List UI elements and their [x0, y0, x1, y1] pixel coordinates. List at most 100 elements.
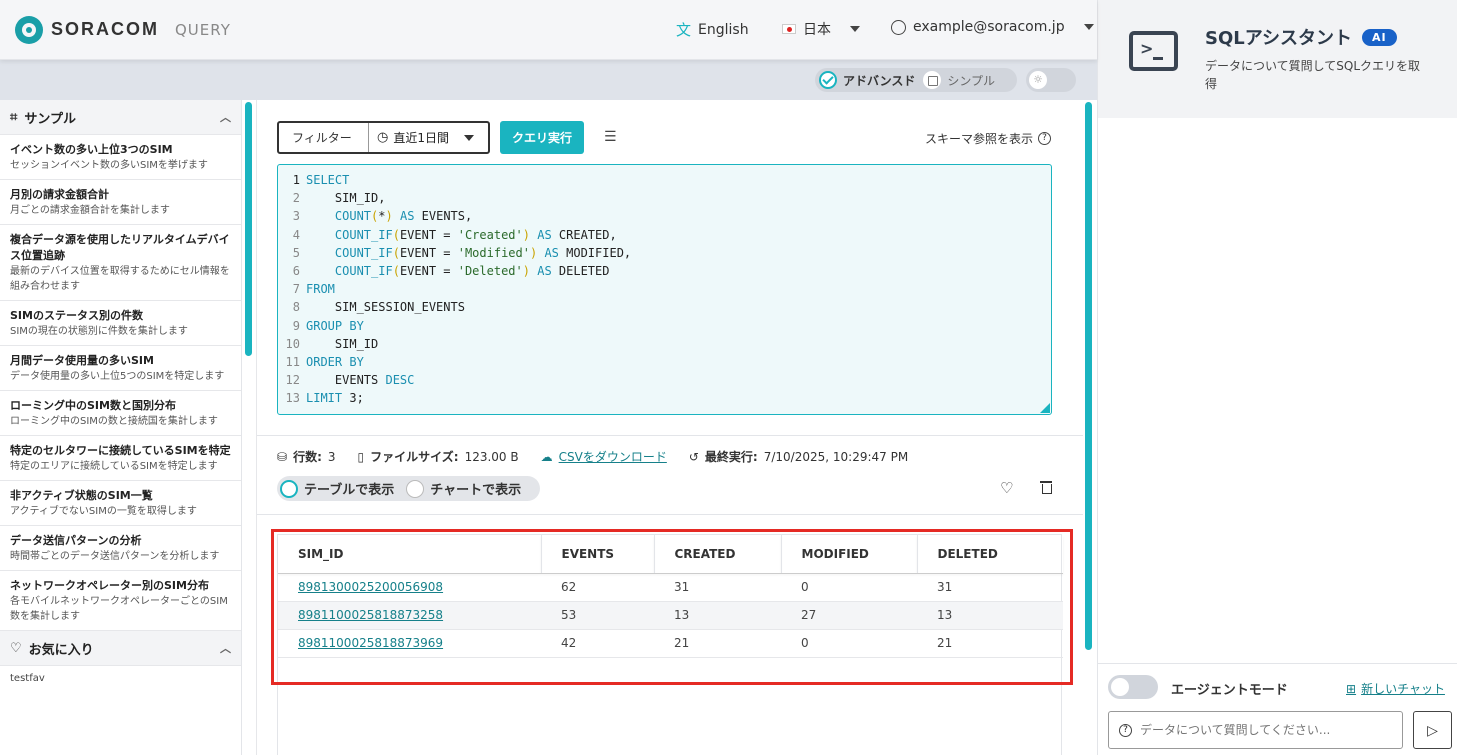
- favorite-heart-icon[interactable]: ♡: [1000, 479, 1013, 497]
- sample-query-item[interactable]: 特定のセルタワーに接続しているSIMを特定 特定のエリアに接続しているSIMを特定…: [0, 436, 241, 481]
- code-text: SIM_SESSION_EVENTS: [306, 300, 465, 315]
- sample-query-item[interactable]: 月間データ使用量の多いSIM データ使用量の多い上位5つのSIMを特定します: [0, 346, 241, 391]
- sim-id-link[interactable]: 8981100025818873969: [298, 636, 443, 650]
- table-view-option[interactable]: テーブルで表示: [304, 479, 394, 498]
- column-header[interactable]: CREATED: [654, 535, 782, 574]
- sample-query-item[interactable]: ローミング中のSIM数と国別分布 ローミング中のSIMの数と接続国を集計します: [0, 391, 241, 436]
- language-selector[interactable]: 文 English: [676, 19, 749, 40]
- sample-query-item[interactable]: イベント数の多い上位3つのSIM セッションイベント数の多いSIMを挙げます: [0, 135, 241, 180]
- ai-badge: AI: [1362, 28, 1397, 46]
- sim-id-cell[interactable]: 8981100025818873258: [278, 601, 541, 630]
- code-text: FROM: [306, 282, 335, 297]
- chat-input-box[interactable]: ?: [1108, 711, 1403, 749]
- column-header[interactable]: DELETED: [917, 535, 1063, 574]
- favorite-item[interactable]: testfav: [0, 666, 241, 691]
- code-text: COUNT_IF(EVENT = 'Modified') AS MODIFIED…: [334, 245, 632, 260]
- sidebar-scrollbar[interactable]: [245, 102, 252, 356]
- sample-query-item[interactable]: 月別の請求金額合計 月ごとの請求金額合計を集計します: [0, 180, 241, 225]
- favorites-section-header[interactable]: ♡ お気に入り ︿: [0, 631, 241, 666]
- time-filter[interactable]: フィルター ◷ 直近1日間: [277, 121, 490, 154]
- line-number: 5: [292, 245, 300, 260]
- new-chat-label: 新しいチャット: [1361, 682, 1445, 696]
- trash-icon[interactable]: [1040, 479, 1052, 494]
- table-cell: 27: [781, 601, 917, 630]
- main-scrollbar[interactable]: [1085, 102, 1092, 650]
- line-number: 6: [292, 263, 300, 278]
- code-text: LIMIT 3;: [306, 391, 364, 406]
- table-cell: 21: [917, 629, 1063, 658]
- sample-desc: 時間帯ごとのデータ送信パターンを分析します: [10, 551, 220, 562]
- resize-handle-icon[interactable]: [1040, 403, 1050, 413]
- sql-assistant-panel: > SQLアシスタント AI データについて質問してSQLクエリを取得 エージェ…: [1097, 0, 1457, 755]
- table-cell: 42: [541, 629, 654, 658]
- sample-title: データ送信パターンの分析: [10, 534, 142, 547]
- sim-id-cell[interactable]: 8981100025818873969: [278, 629, 541, 658]
- sample-query-item[interactable]: データ送信パターンの分析時間帯ごとのデータ送信パターンを分析します: [0, 526, 241, 571]
- table-cell: 62: [541, 573, 654, 602]
- code-text: COUNT_IF(EVENT = 'Created') AS CREATED,: [334, 227, 617, 242]
- agent-mode-label: エージェントモード: [1171, 683, 1288, 698]
- sample-title: 複合データ源を使用したリアルタイムデバイス位置追跡: [10, 233, 230, 262]
- column-header[interactable]: MODIFIED: [781, 535, 918, 574]
- soracom-logo[interactable]: SORACOM QUERY: [15, 15, 231, 44]
- advanced-mode-option[interactable]: アドバンスド: [815, 68, 915, 92]
- line-number: 8: [292, 300, 300, 315]
- code-text: COUNT(*) AS EVENTS,: [334, 209, 473, 224]
- code-text: SELECT: [306, 173, 350, 187]
- download-label: CSVをダウンロード: [558, 450, 667, 464]
- region-selector[interactable]: 日本: [782, 19, 860, 39]
- new-chat-link[interactable]: ⊞ 新しいチャット: [1346, 680, 1445, 697]
- sample-title: SIMのステータス別の件数: [10, 309, 143, 322]
- list-icon[interactable]: ☰: [604, 129, 617, 145]
- mode-toggle[interactable]: アドバンスド シンプル: [815, 68, 1017, 92]
- user-email: example@soracom.jp: [913, 19, 1065, 35]
- database-icon: ⛁: [277, 449, 288, 464]
- line-number: 4: [292, 227, 300, 242]
- table-cell: 13: [917, 601, 1063, 630]
- time-range-select[interactable]: ◷ 直近1日間: [369, 129, 488, 146]
- column-header[interactable]: SIM_ID: [278, 535, 542, 574]
- code-line: 8 SIM_SESSION_EVENTS: [278, 298, 1051, 316]
- sample-title: ローミング中のSIM数と国別分布: [10, 399, 176, 412]
- line-number: 9: [292, 318, 300, 333]
- line-number: 10: [285, 336, 300, 351]
- layout-icon: [923, 71, 942, 89]
- simple-mode-option[interactable]: シンプル: [915, 68, 995, 92]
- samples-sidebar: ⌗ サンプル ︿ イベント数の多い上位3つのSIM セッションイベント数の多いSI…: [0, 100, 242, 755]
- sim-id-link[interactable]: 8981100025818873258: [298, 608, 443, 622]
- sample-query-item[interactable]: 複合データ源を使用したリアルタイムデバイス位置追跡 最新のデバイス位置を取得するた…: [0, 225, 241, 301]
- user-icon: [891, 19, 906, 35]
- user-menu[interactable]: example@soracom.jp: [891, 19, 1094, 35]
- row-count: ⛁ 行数: 3: [277, 448, 336, 465]
- sample-query-item[interactable]: ネットワークオペレーター別のSIM分布 各モバイルネットワークオペレーターごとのS…: [0, 571, 241, 631]
- code-line: 1 SELECT: [278, 171, 1051, 189]
- run-query-button[interactable]: クエリ実行: [500, 121, 584, 154]
- view-toggle[interactable]: テーブルで表示 チャートで表示: [277, 476, 540, 501]
- theme-toggle[interactable]: ☼: [1026, 68, 1076, 92]
- chat-input[interactable]: [1140, 723, 1390, 737]
- line-number: 12: [285, 373, 300, 388]
- sim-id-link[interactable]: 8981300025200056908: [298, 580, 443, 594]
- download-csv-link[interactable]: ☁ CSVをダウンロード: [541, 448, 667, 465]
- code-text: ORDER BY: [306, 354, 364, 369]
- column-header[interactable]: EVENTS: [541, 535, 655, 574]
- sim-id-cell[interactable]: 8981300025200056908: [278, 573, 541, 602]
- chart-view-option[interactable]: チャートで表示: [430, 479, 521, 498]
- code-line: 10 SIM_ID: [278, 335, 1051, 353]
- table-cell: 0: [781, 629, 917, 658]
- results-table-container: SIM_ID EVENTS CREATED MODIFIED DELETED 89813…: [277, 534, 1063, 755]
- sql-editor[interactable]: 1 SELECT 2 SIM_ID, 3 COUNT(*) AS EVENTS, 4 C…: [277, 164, 1052, 415]
- last-run-value: 7/10/2025, 10:29:47 PM: [763, 449, 909, 464]
- show-schema-link[interactable]: スキーマ参照を表示 ?: [925, 130, 1052, 147]
- agent-mode-toggle[interactable]: [1108, 675, 1158, 699]
- file-icon: ▯: [357, 449, 365, 464]
- sample-query-item[interactable]: SIMのステータス別の件数 SIMの現在の状態別に件数を集計します: [0, 301, 241, 346]
- table-row: 8981100025818873969 42 21 0 21: [278, 629, 1063, 658]
- sample-title: 特定のセルタワーに接続しているSIMを特定: [10, 444, 231, 457]
- time-range-value: 直近1日間: [393, 131, 449, 145]
- sample-query-item[interactable]: 非アクティブ状態のSIM一覧 アクティブでないSIMの一覧を取得します: [0, 481, 241, 526]
- code-line: 9 GROUP BY: [278, 317, 1051, 335]
- send-icon[interactable]: ▷: [1413, 711, 1452, 749]
- assistant-title-text: SQLアシスタント: [1205, 28, 1353, 49]
- samples-section-header[interactable]: ⌗ サンプル ︿: [0, 100, 241, 135]
